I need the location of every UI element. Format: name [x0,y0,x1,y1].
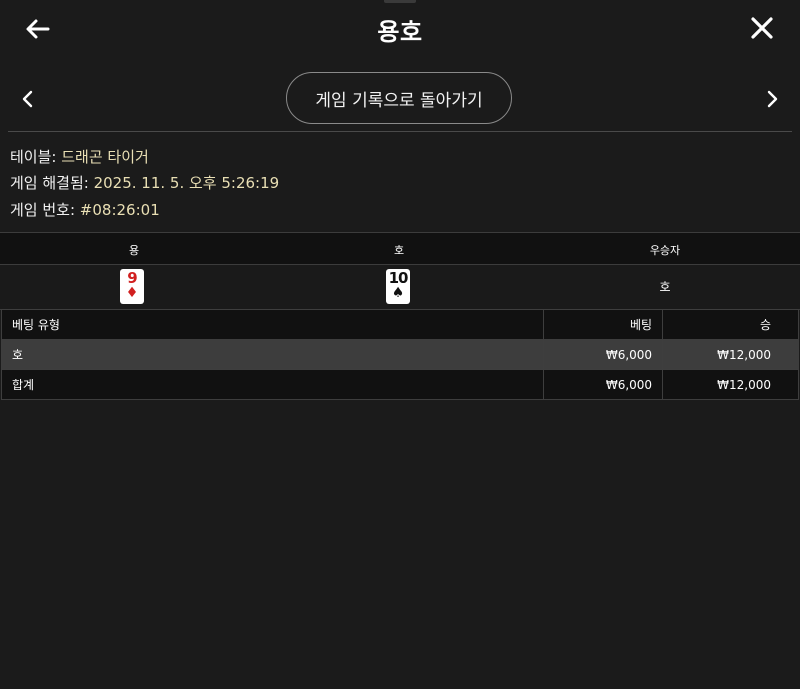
table-value: 드래곤 타이거 [61,148,149,166]
result-header: 용 호 우승자 [0,233,800,265]
bets-table: 베팅 유형 베팅 승 호 ₩6,000 ₩12,000 합계 ₩6,000 ₩1… [0,309,799,400]
game-navigation: 게임 기록으로 돌아가기 [0,70,800,128]
total-bet-amount: ₩6,000 [543,369,664,400]
bet-type-cell: 호 [0,339,545,370]
dragon-header: 용 [128,244,140,257]
bet-amount-header: 베팅 [543,309,664,340]
bet-type-header: 베팅 유형 [0,309,545,340]
previous-game-button[interactable] [18,88,38,110]
page-title: 용호 [377,18,423,46]
header: 용호 [0,0,800,60]
chevron-left-icon [22,90,33,108]
game-number-info: 게임 번호: #08:26:01 [10,199,160,220]
resolved-label: 게임 해결됨: [10,174,94,192]
dragon-card-rank: 9 [127,269,137,287]
bets-table-header: 베팅 유형 베팅 승 [0,309,799,340]
resolved-value: 2025. 11. 5. 오후 5:26:19 [93,174,280,192]
next-game-button[interactable] [762,88,782,110]
tiger-header: 호 [393,244,405,257]
close-button[interactable] [746,12,778,44]
total-row: 합계 ₩6,000 ₩12,000 [0,369,799,400]
game-number-label: 게임 번호: [10,201,80,219]
game-number-value: #08:26:01 [79,201,160,219]
close-icon [751,17,773,39]
tiger-card: 10 ♠ [386,269,410,304]
total-label: 합계 [0,369,545,400]
winner-value: 호 [659,280,671,294]
win-amount-cell: ₩12,000 [662,339,799,370]
table-row: 호 ₩6,000 ₩12,000 [0,339,799,370]
win-amount-header: 승 [662,309,799,340]
winner-header: 우승자 [649,244,681,257]
result-panel: 용 호 우승자 9 ♦ 10 ♠ 호 [0,232,800,310]
tiger-card-rank: 10 [388,269,409,287]
result-row: 9 ♦ 10 ♠ 호 [0,265,800,309]
chevron-right-icon [767,90,778,108]
bet-amount-cell: ₩6,000 [543,339,664,370]
divider [8,131,792,132]
diamond-suit-icon: ♦ [125,285,139,301]
table-info: 테이블: 드래곤 타이거 [10,146,149,167]
total-win-amount: ₩12,000 [662,369,799,400]
back-to-history-button[interactable]: 게임 기록으로 돌아가기 [286,72,512,124]
dragon-card: 9 ♦ [120,269,144,304]
resolved-info: 게임 해결됨: 2025. 11. 5. 오후 5:26:19 [10,172,279,193]
table-label: 테이블: [10,148,62,166]
spade-suit-icon: ♠ [391,285,405,301]
